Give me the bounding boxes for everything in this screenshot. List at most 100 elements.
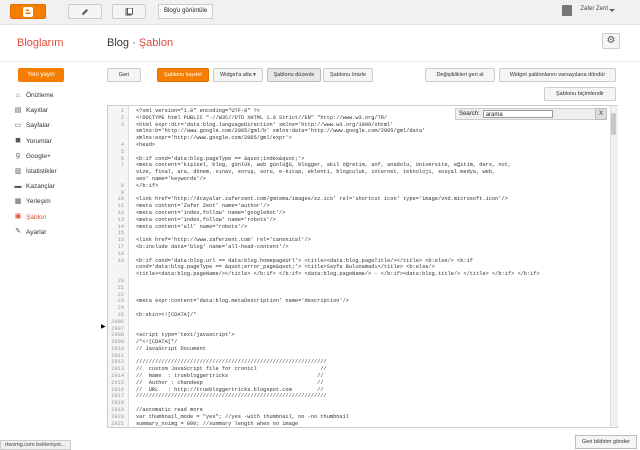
code-line[interactable]: 2916 // URL : http://truebloggertricks.bl… — [108, 387, 608, 394]
revert-changes-button[interactable]: Değişiklikleri geri al — [425, 68, 495, 82]
code-line[interactable]: 17 <b:include data='blog' name='all-head-… — [108, 244, 608, 251]
code-line[interactable]: 2911 — [108, 353, 608, 360]
code-line[interactable]: 2922summary_img = 800; //summary length … — [108, 427, 608, 428]
user-name[interactable]: Zafer Zent — [580, 6, 608, 12]
save-template-button[interactable]: Şablonu kaydet — [157, 68, 209, 82]
sidebar-item-layout[interactable]: ▦ Yerleşim — [14, 194, 94, 209]
code-line[interactable]: xmlns:expr='http://www.google.com/2005/g… — [108, 135, 608, 142]
code-line[interactable]: 11 <meta content='Zafer Zent' name='autho… — [108, 203, 608, 210]
view-blog-button[interactable]: Blog'u görüntüle — [158, 4, 214, 19]
scrollbar-thumb[interactable] — [611, 113, 616, 135]
gear-icon[interactable]: ⚙ — [602, 33, 620, 49]
code-line[interactable]: 2917 ////////////////////////////////////… — [108, 393, 608, 400]
line-number: 2906 — [111, 318, 124, 325]
code-line[interactable]: 2918 — [108, 400, 608, 407]
code-line[interactable]: 22 — [108, 292, 608, 299]
code-text: <head> — [136, 141, 156, 148]
code-line[interactable]: 2908 <script type='text/javascript'> — [108, 332, 608, 339]
sidebar-item-comments[interactable]: ◼ Yorumlar — [14, 134, 94, 149]
line-number: 19 — [117, 257, 124, 264]
send-feedback-button[interactable]: Geri bildirim gönder — [575, 435, 637, 449]
code-line[interactable]: 2921 summary_noimg = 800; //summary lengt… — [108, 421, 608, 427]
code-line[interactable]: 24 — [108, 305, 608, 312]
line-number: 25 — [117, 311, 124, 318]
code-line[interactable]: 14 <meta content='all' name='robots'/> — [108, 224, 608, 231]
code-line[interactable]: 2920 var thumbnail_mode = "yes"; //yes -w… — [108, 414, 608, 421]
code-line[interactable]: seo' name='keywords'/> — [108, 176, 608, 183]
sidebar-item-pages[interactable]: ▭ Sayfalar — [14, 118, 94, 133]
code-line[interactable]: 2919 //automatic read more — [108, 407, 608, 414]
code-line[interactable]: 9 — [108, 190, 608, 197]
sidebar-item-label: Şablon — [26, 213, 47, 221]
chevron-down-icon[interactable] — [609, 9, 615, 12]
edit-template-button[interactable]: Şablonu düzenle — [267, 68, 321, 82]
search-bar: Search: arama — [455, 108, 605, 120]
code-line[interactable]: 2907 — [108, 326, 608, 333]
new-post-button[interactable]: Yeni yayın — [18, 68, 64, 82]
sidebar-item-earnings[interactable]: ▬ Kazançlar — [14, 179, 94, 194]
code-line[interactable]: 2914 // Name : truebloggertricks // — [108, 373, 608, 380]
code-line[interactable]: 15 — [108, 230, 608, 237]
code-line[interactable]: 13 <meta content='index,follow' name='rob… — [108, 217, 608, 224]
format-template-button[interactable]: Şablonu biçimlendir — [544, 87, 616, 101]
code-line[interactable]: 25 <b:skin><![CDATA[/* — [108, 312, 608, 319]
code-line[interactable]: xmlns:b='http://www.google.com/2005/gml/… — [108, 128, 608, 135]
search-input[interactable]: arama — [482, 110, 553, 118]
code-line[interactable]: vize, final, ara, dönem, sınav, soruş, s… — [108, 169, 608, 176]
sidebar-item-posts[interactable]: ▤ Kayıtlar — [14, 103, 94, 118]
avatar[interactable] — [562, 5, 572, 16]
pencil-icon — [82, 8, 88, 15]
code-line[interactable]: 20 — [108, 278, 608, 285]
code-line[interactable]: 2909 /*<![CDATA[*/ — [108, 339, 608, 346]
code-line[interactable]: 2915 // Author : chandeep // — [108, 380, 608, 387]
editor-scrollbar[interactable] — [610, 106, 618, 426]
posts-list-button[interactable] — [112, 4, 146, 19]
code-line[interactable]: 3 <html expr:dir='data:blog.languageDirec… — [108, 122, 608, 129]
code-line[interactable]: 23 <meta expr:content='data:blog.metaDesc… — [108, 298, 608, 305]
sidebar-item-preview[interactable]: ⌂ Önizleme — [14, 88, 94, 103]
sidebar-item-template[interactable]: ▣ Şablon — [14, 210, 94, 225]
code-line[interactable]: 2913 // custom JavaScript file for cronic… — [108, 366, 608, 373]
code-line[interactable]: 4 <head> — [108, 142, 608, 149]
code-text: <meta expr:content='data:blog.metaDescri… — [136, 298, 349, 305]
code-line[interactable]: 2910 // JavaScript Document — [108, 346, 608, 353]
line-number: 2917 — [111, 393, 124, 400]
back-button[interactable]: Geri — [107, 68, 141, 82]
revert-widget-templates-button[interactable]: Widget şablonlarını varsayılana döndür — [499, 68, 616, 82]
code-line[interactable]: <title><data:blog.pageName/></title> </b… — [108, 271, 608, 278]
code-text: <meta content='Zafer Zent' name='author'… — [136, 203, 270, 210]
sidebar-item-stats[interactable]: ▥ İstatistikler — [14, 164, 94, 179]
code-line[interactable]: 7 <meta content='kişisel, blog, günlük, w… — [108, 162, 608, 169]
code-line[interactable]: 10 <link href='http://dcayalar.zaferzent.… — [108, 196, 608, 203]
jump-to-widget-dropdown[interactable]: Widget'a atla ▾ — [213, 68, 263, 82]
my-blogs-link[interactable]: Bloglarım — [17, 37, 63, 49]
close-icon[interactable]: X — [595, 108, 607, 120]
code-line[interactable]: 5 — [108, 149, 608, 156]
code-line[interactable]: 6 <b:if cond='data:blog.pageType == &quot… — [108, 156, 608, 163]
code-line[interactable]: 21 — [108, 285, 608, 292]
code-line[interactable]: 12 <meta content='index,follow' name='goo… — [108, 210, 608, 217]
blogger-logo-button[interactable] — [10, 4, 46, 19]
code-line[interactable]: 2912 ////////////////////////////////////… — [108, 359, 608, 366]
code-line[interactable]: cond='data:blog.pageType == &quot;error_… — [108, 264, 608, 271]
line-number: 2907 — [111, 325, 124, 332]
sidebar-item-google-plus[interactable]: g Google+ — [14, 149, 94, 164]
code-line[interactable]: 8 </b:if> — [108, 183, 608, 190]
status-bar: rtwsmg.com bekleniyor... — [0, 440, 71, 450]
preview-template-button[interactable]: Şablonu önizle — [323, 68, 373, 82]
code-line[interactable]: 16 <link href='http://www.zaferzent.com' … — [108, 237, 608, 244]
code-line[interactable]: 2906 — [108, 319, 608, 326]
code-text: cond='data:blog.pageType == &quot;error_… — [136, 264, 435, 271]
code-line[interactable]: 19 <b:if cond='data:blog.url == data:blog… — [108, 258, 608, 265]
new-post-top-button[interactable] — [68, 4, 102, 19]
title-separator: · — [132, 37, 136, 49]
line-number: 16 — [117, 237, 124, 244]
fold-arrow-icon[interactable]: ▶ — [101, 323, 106, 330]
code-text: xmlns:expr='http://www.google.com/2005/g… — [136, 135, 292, 142]
sidebar-item-settings[interactable]: ✎ Ayarlar — [14, 225, 94, 240]
code-line[interactable]: 18 — [108, 251, 608, 258]
code-editor[interactable]: 1 <?xml version="1.0" encoding="UTF-8" ?>… — [107, 105, 618, 428]
